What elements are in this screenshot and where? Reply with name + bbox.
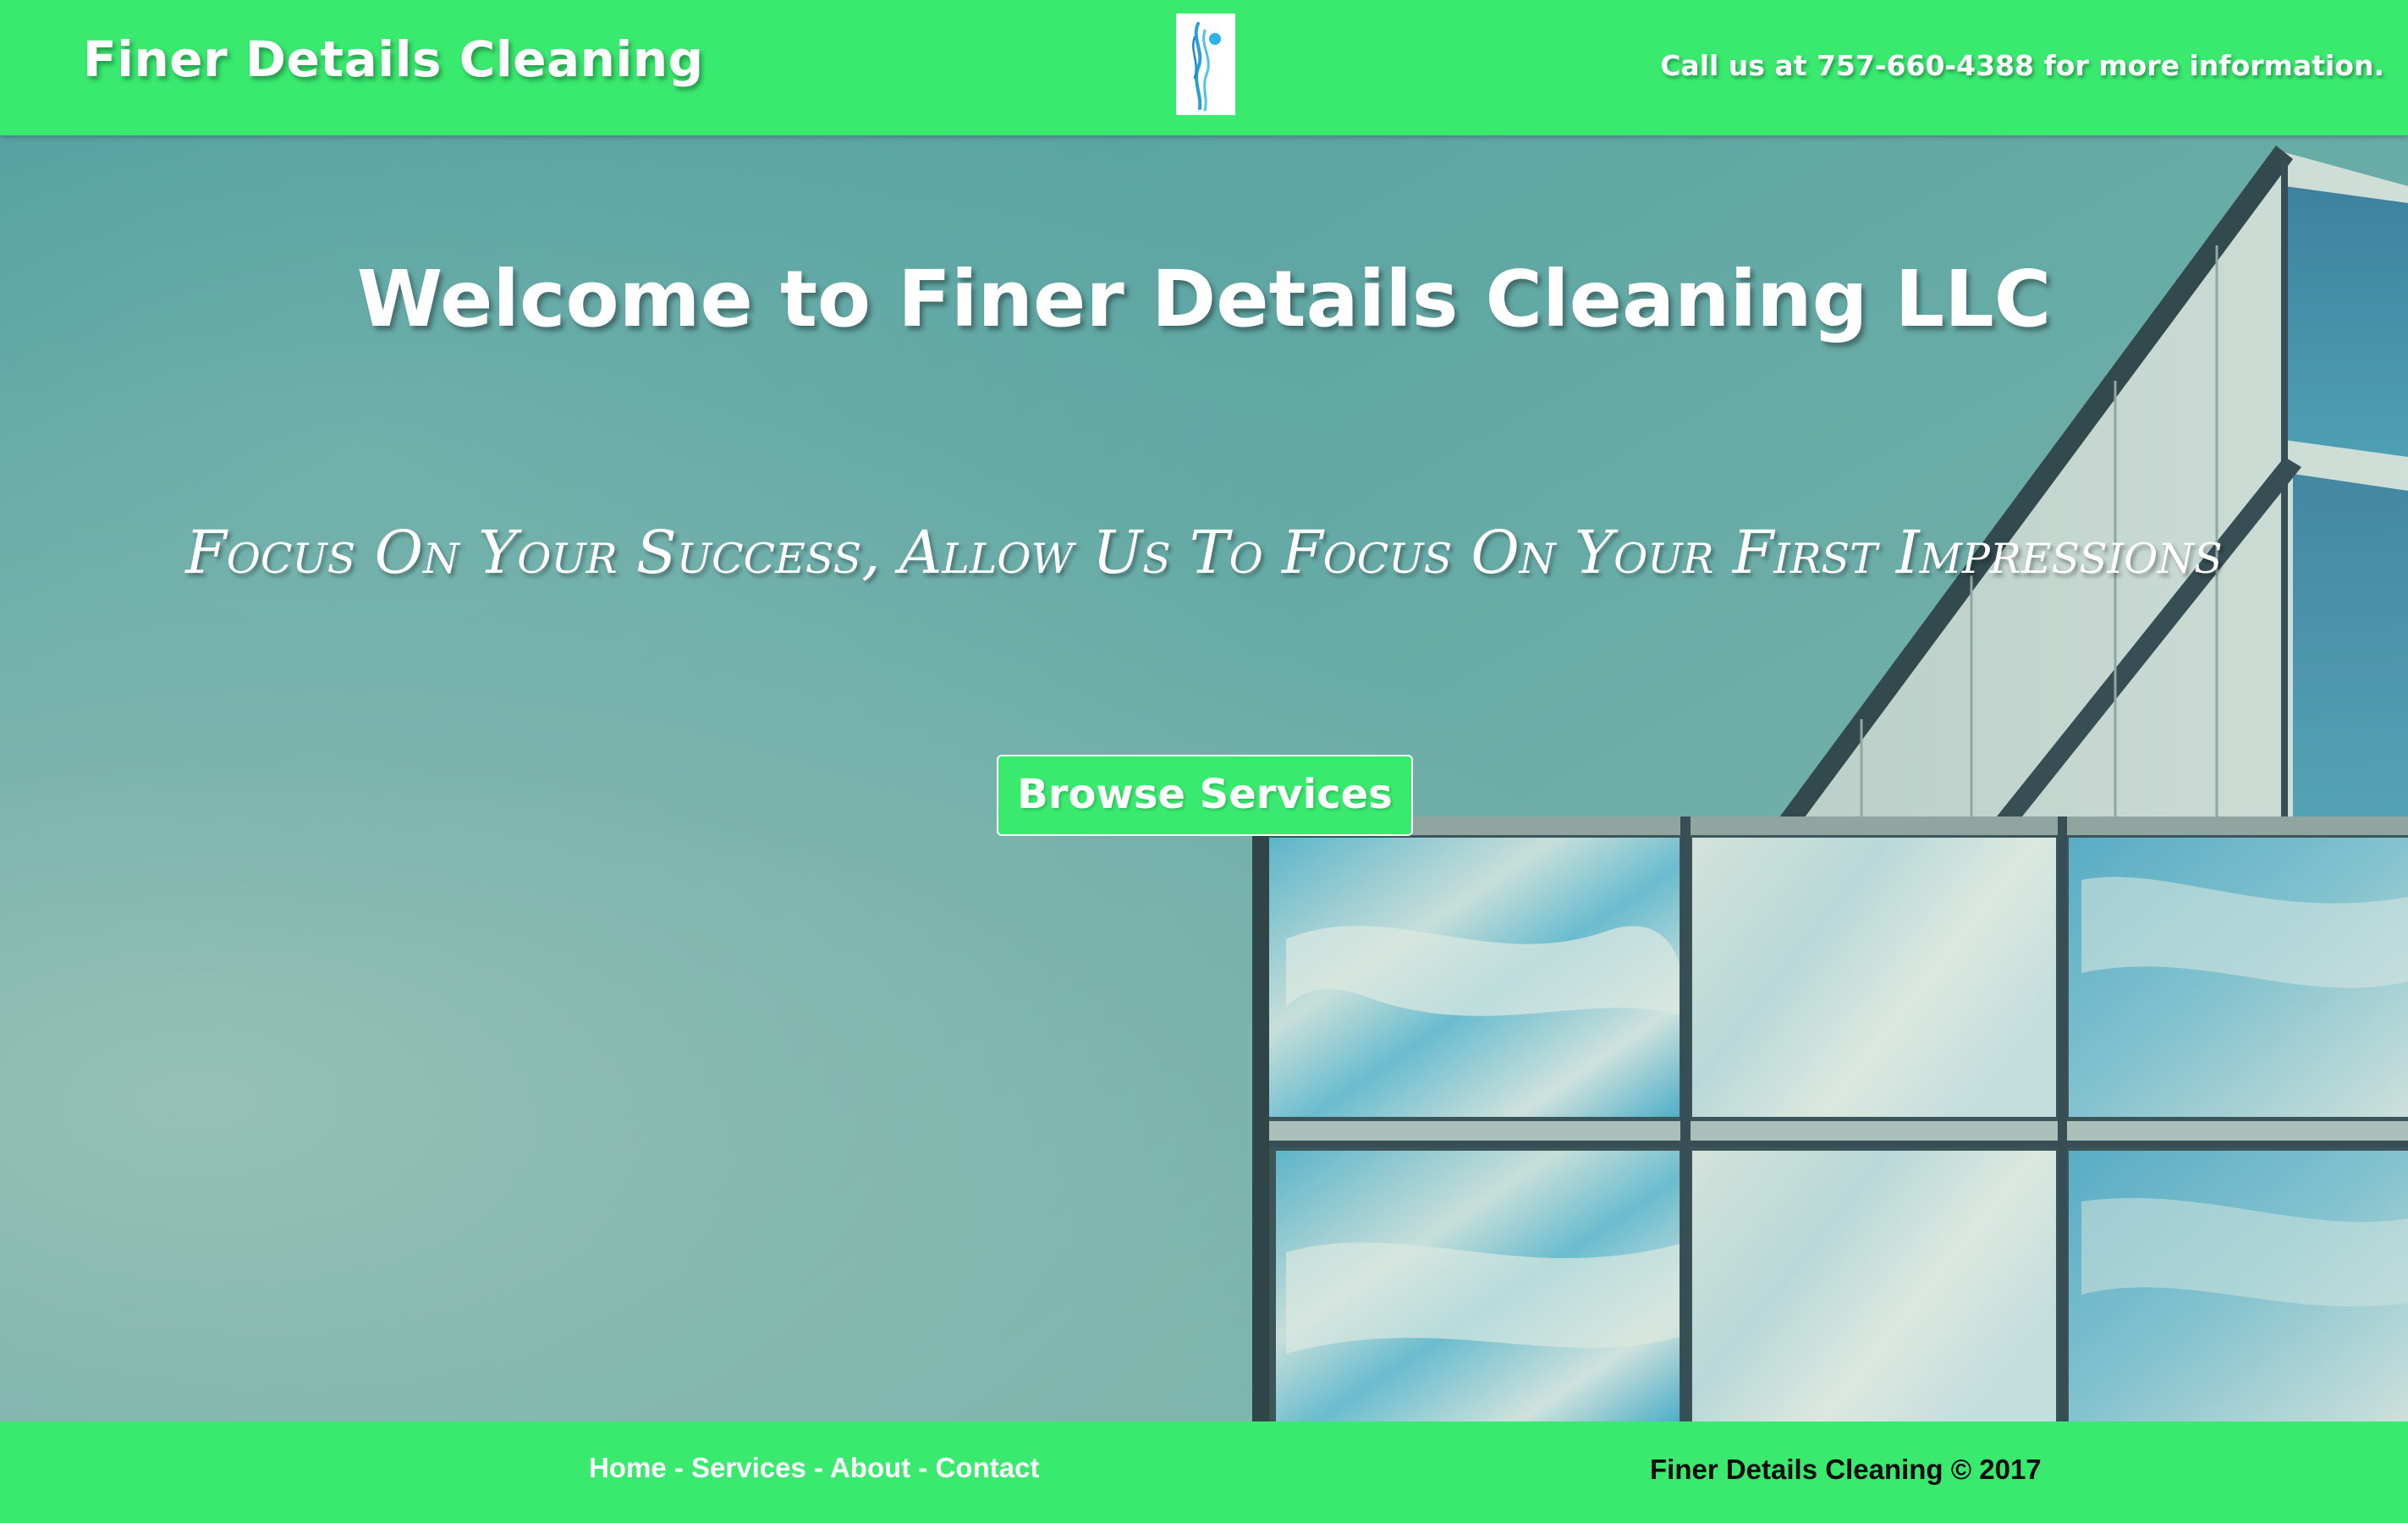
footer-link-services[interactable]: Services [691, 1452, 806, 1483]
copyright-text: Finer Details Cleaning © 2017 [1650, 1454, 2042, 1485]
site-footer: Home - Services - About - Contact Finer … [0, 1421, 2408, 1523]
footer-link-contact[interactable]: Contact [936, 1452, 1040, 1483]
footer-link-about[interactable]: About [830, 1452, 910, 1483]
site-brand[interactable]: Finer Details Cleaning [83, 30, 704, 88]
browse-services-button[interactable]: Browse Services [997, 755, 1413, 836]
footer-separator: - [918, 1452, 928, 1483]
footer-separator: - [814, 1452, 823, 1483]
hero-tagline: Focus On Your Success, Allow Us To Focus… [185, 518, 2223, 587]
hero-title: Welcome to Finer Details Cleaning LLC [356, 254, 2052, 344]
site-header: Finer Details Cleaning Call us at 757-66… [0, 0, 2408, 135]
footer-separator: - [673, 1452, 684, 1483]
footer-nav: Home - Services - About - Contact [589, 1452, 1039, 1484]
phone-contact-text: Call us at 757-660-4388 for more informa… [1660, 49, 2384, 82]
hero-section: Welcome to Finer Details Cleaning LLC Fo… [0, 135, 2408, 1421]
page: Finer Details Cleaning Call us at 757-66… [0, 0, 2408, 1523]
logo-icon[interactable] [1176, 14, 1235, 115]
footer-link-home[interactable]: Home [589, 1452, 667, 1483]
